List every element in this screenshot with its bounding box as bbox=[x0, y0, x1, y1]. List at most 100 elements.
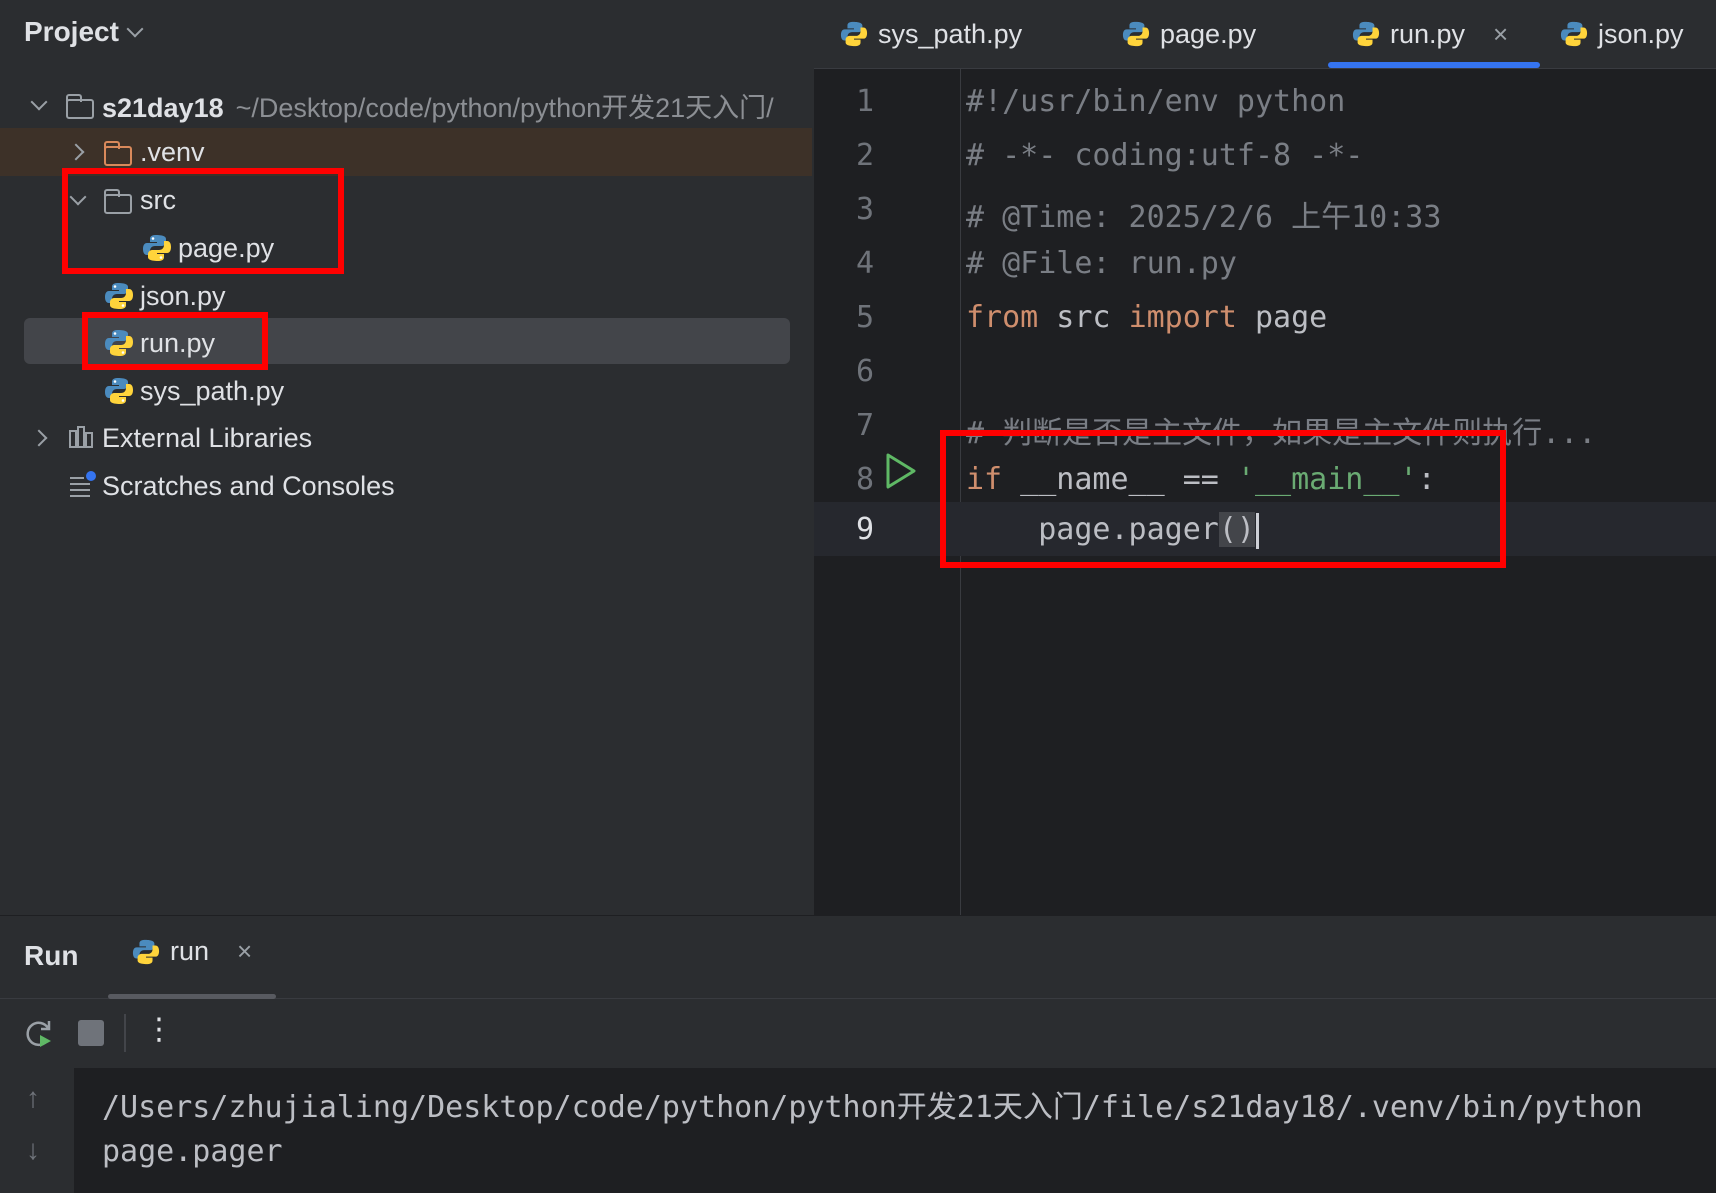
python-file-icon bbox=[132, 939, 160, 964]
python-file-icon bbox=[104, 376, 134, 406]
text-caret bbox=[1256, 512, 1259, 549]
more-options-icon[interactable]: ⋮ bbox=[144, 1012, 174, 1047]
toolbar-separator bbox=[124, 1014, 126, 1052]
editor-tab-bar: sys_path.py page.py run.py × json.py bbox=[814, 0, 1716, 69]
line-number: 2 bbox=[855, 138, 874, 173]
stop-icon[interactable] bbox=[78, 1020, 104, 1046]
scratches-icon bbox=[68, 470, 98, 500]
library-icon bbox=[68, 423, 98, 453]
project-header[interactable]: Project bbox=[24, 12, 144, 52]
run-panel-title: Run bbox=[24, 940, 79, 971]
chevron-right-icon[interactable] bbox=[64, 140, 88, 164]
code-text: # @Time: 2025/2/6 上午10:33 bbox=[966, 200, 1442, 235]
line-number: 5 bbox=[855, 300, 874, 335]
code-line-1[interactable]: 1 #!/usr/bin/env python bbox=[814, 74, 1716, 128]
code-line-9[interactable]: 9 page.pager() bbox=[814, 502, 1716, 556]
project-root-path: ~/Desktop/code/python/python开发21天入门/ bbox=[235, 92, 774, 123]
code-line-8[interactable]: 8 if __name__ == '__main__': bbox=[814, 452, 1716, 506]
string-literal: '__main__' bbox=[1236, 462, 1418, 497]
paren-match: () bbox=[1218, 512, 1255, 547]
tab-json-py[interactable]: json.py bbox=[1560, 0, 1684, 68]
code-text: : bbox=[1417, 462, 1436, 497]
tree-item-sys-path-py[interactable]: sys_path.py bbox=[0, 367, 812, 415]
chevron-down-icon[interactable] bbox=[27, 93, 51, 117]
keyword-from: from bbox=[966, 300, 1039, 335]
tree-item-label: page.py bbox=[178, 232, 275, 263]
keyword-import: import bbox=[1128, 300, 1237, 335]
chevron-down-icon[interactable] bbox=[66, 188, 90, 212]
python-file-icon bbox=[1122, 21, 1150, 47]
tab-label: json.py bbox=[1598, 18, 1684, 49]
tab-label: page.py bbox=[1160, 18, 1257, 49]
python-file-icon bbox=[104, 281, 134, 311]
tree-item-label: sys_path.py bbox=[140, 375, 285, 406]
code-line-3[interactable]: 3 # @Time: 2025/2/6 上午10:33 bbox=[814, 182, 1716, 236]
folder-icon bbox=[66, 91, 96, 121]
import-name: page bbox=[1236, 300, 1328, 335]
chevron-right-icon[interactable] bbox=[27, 426, 51, 450]
python-file-icon bbox=[142, 233, 172, 263]
console-line: /Users/zhujialing/Desktop/code/python/py… bbox=[102, 1090, 1643, 1125]
console-line: page.pager bbox=[102, 1134, 283, 1169]
run-gutter-icon[interactable] bbox=[884, 452, 918, 495]
project-root-name: s21day18 bbox=[102, 92, 224, 123]
console-gutter: ↑ ↓ bbox=[0, 1068, 74, 1193]
code-text: #!/usr/bin/env python bbox=[966, 84, 1346, 119]
rerun-icon[interactable] bbox=[22, 1016, 56, 1055]
code-text: # @File: run.py bbox=[966, 246, 1237, 281]
code-line-5[interactable]: 5 from src import page bbox=[814, 290, 1716, 344]
code-line-4[interactable]: 4 # @File: run.py bbox=[814, 236, 1716, 290]
folder-icon bbox=[104, 138, 134, 168]
tree-item-src[interactable]: src bbox=[0, 176, 812, 224]
line-number: 3 bbox=[855, 192, 874, 227]
run-toolbar bbox=[0, 998, 1716, 1066]
line-number: 8 bbox=[855, 462, 874, 497]
run-panel: Run run × ⋮ ↑ ↓ /Users/zhujialing/Deskto… bbox=[0, 915, 1716, 1193]
tab-run-config[interactable]: run × bbox=[132, 936, 252, 967]
python-file-icon bbox=[840, 21, 868, 47]
tree-item-run-py[interactable]: run.py bbox=[0, 319, 812, 367]
code-text: # -*- coding:utf-8 -*- bbox=[966, 138, 1364, 173]
code-line-6[interactable]: 6 bbox=[814, 344, 1716, 398]
tab-label: sys_path.py bbox=[878, 18, 1023, 49]
tab-label: run.py bbox=[1390, 18, 1466, 49]
tree-item-label: json.py bbox=[140, 280, 226, 311]
project-panel: Project s21day18 ~/Desktop/code/python/py… bbox=[0, 0, 812, 915]
code-text: page.pager bbox=[966, 512, 1219, 547]
python-file-icon bbox=[1560, 21, 1588, 47]
line-number: 1 bbox=[855, 84, 874, 119]
tab-sys-path-py[interactable]: sys_path.py bbox=[840, 0, 1022, 68]
python-file-icon bbox=[104, 328, 134, 358]
active-tab-indicator bbox=[1328, 62, 1540, 68]
close-icon[interactable]: × bbox=[237, 936, 252, 967]
line-number: 6 bbox=[855, 354, 874, 389]
tree-item-venv[interactable]: .venv bbox=[0, 128, 812, 176]
code-line-2[interactable]: 2 # -*- coding:utf-8 -*- bbox=[814, 128, 1716, 182]
tree-item-label: .venv bbox=[140, 136, 205, 167]
chevron-down-icon[interactable] bbox=[126, 20, 144, 38]
tab-page-py[interactable]: page.py bbox=[1122, 0, 1256, 68]
tree-item-page-py[interactable]: page.py bbox=[0, 224, 812, 272]
code-text: # 判断是否是主文件，如果是主文件则执行... bbox=[966, 416, 1597, 451]
tab-run-py[interactable]: run.py × bbox=[1352, 0, 1508, 68]
tab-label: run bbox=[170, 936, 210, 966]
module-name: src bbox=[1038, 300, 1129, 335]
line-number: 4 bbox=[855, 246, 874, 281]
tree-item-scratches[interactable]: Scratches and Consoles bbox=[0, 462, 812, 510]
scroll-down-icon[interactable]: ↓ bbox=[26, 1134, 40, 1166]
keyword-if: if bbox=[966, 462, 1003, 497]
folder-icon bbox=[104, 186, 134, 216]
code-editor[interactable]: sys_path.py page.py run.py × json.py 1 #… bbox=[814, 0, 1716, 915]
line-number: 9 bbox=[855, 512, 874, 547]
line-number: 7 bbox=[855, 408, 874, 443]
scroll-up-icon[interactable]: ↑ bbox=[26, 1082, 40, 1114]
tree-item-label: External Libraries bbox=[102, 422, 313, 453]
tree-item-label: run.py bbox=[140, 327, 216, 358]
run-tab-bar bbox=[0, 916, 1716, 999]
close-icon[interactable]: × bbox=[1493, 19, 1508, 50]
tree-item-label: src bbox=[140, 184, 176, 215]
tree-item-json-py[interactable]: json.py bbox=[0, 272, 812, 320]
tree-item-external-libraries[interactable]: External Libraries bbox=[0, 414, 812, 462]
code-line-7[interactable]: 7 # 判断是否是主文件，如果是主文件则执行... bbox=[814, 398, 1716, 452]
tree-item-root[interactable]: s21day18 ~/Desktop/code/python/python开发21… bbox=[0, 81, 812, 129]
